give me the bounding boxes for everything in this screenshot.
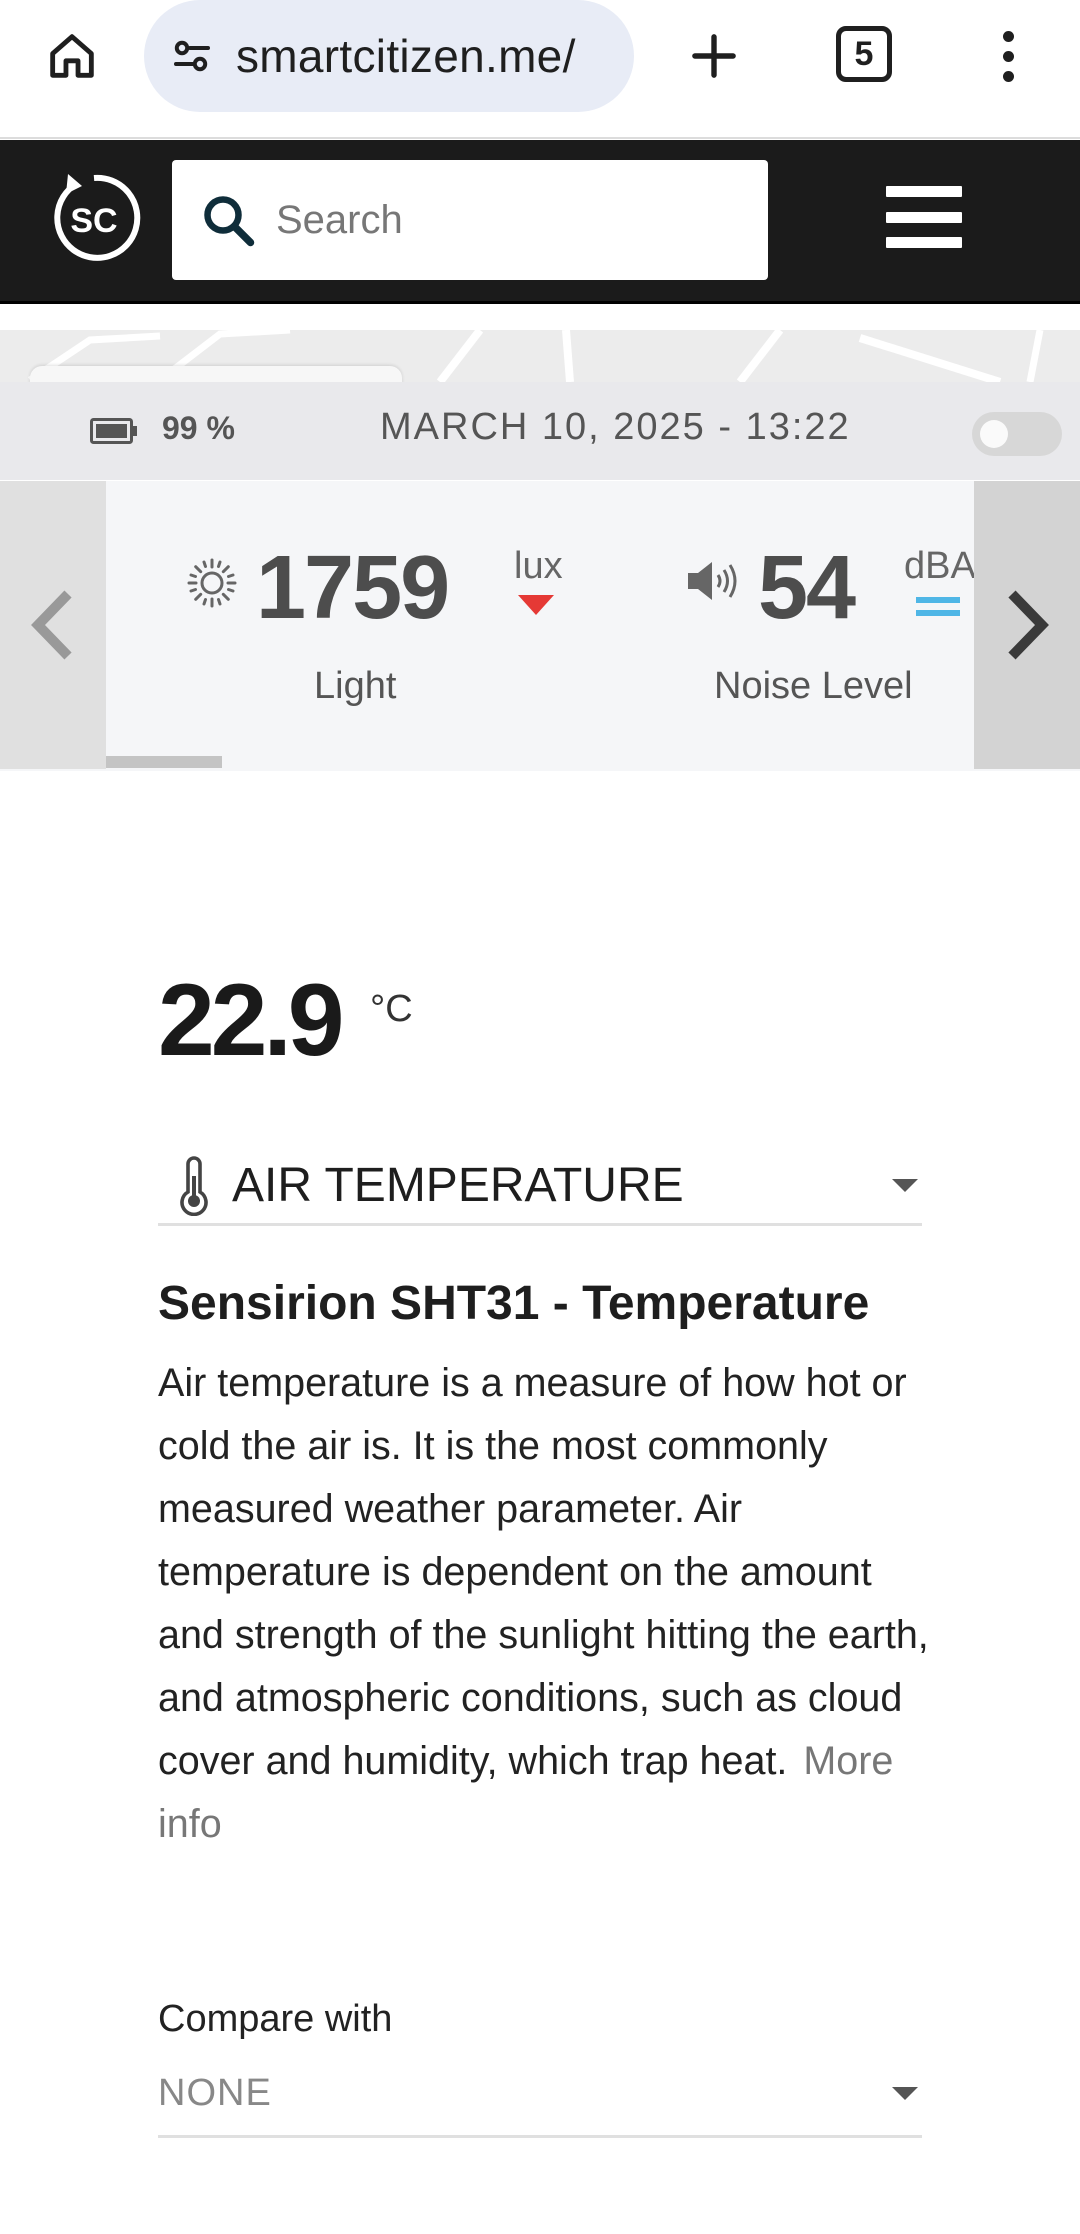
browser-toolbar: smartcitizen.me/ 5 [0, 0, 1080, 139]
dropdown-arrow-icon [892, 1179, 918, 1192]
svg-text:SC: SC [70, 202, 117, 240]
search-bar[interactable] [172, 160, 768, 280]
sensor-unit: lux [514, 545, 563, 587]
more-menu-icon[interactable] [980, 22, 1036, 90]
selected-sensor: AIR TEMPERATURE [232, 1159, 684, 1212]
compare-dropdown[interactable]: NONE [158, 2052, 922, 2138]
home-icon[interactable] [38, 22, 106, 90]
sensor-label: Noise Level [714, 665, 913, 707]
battery-icon [90, 418, 137, 444]
sensor-description: Air temperature is a measure of how hot … [158, 1352, 938, 1856]
tab-switcher-button[interactable]: 5 [836, 26, 892, 82]
sensor-value: 1759 [256, 538, 450, 638]
sensor-dropdown[interactable]: AIR TEMPERATURE [158, 1148, 922, 1226]
chevron-left-icon [31, 590, 72, 660]
compare-value: NONE [158, 2072, 272, 2114]
map-panel-tab [30, 366, 402, 382]
sensor-unit: dBA [904, 545, 976, 587]
last-update-datetime: MARCH 10, 2025 - 13:22 [380, 406, 851, 448]
toggle-switch[interactable] [972, 412, 1062, 456]
trend-equal-icon [916, 597, 960, 616]
carousel-scroll-indicator [106, 756, 222, 768]
url-text: smartcitizen.me/ [236, 30, 576, 82]
sensor-value: 54 [758, 538, 856, 638]
map-view[interactable] [0, 330, 1080, 382]
compare-label: Compare with [158, 1998, 393, 2040]
carousel-prev-button[interactable] [0, 481, 106, 769]
sensor-label: Light [314, 665, 397, 707]
device-info-bar: 99 % MARCH 10, 2025 - 13:22 [0, 382, 1080, 480]
battery-level: 99 % [162, 410, 235, 446]
smart-citizen-logo[interactable]: SC [46, 170, 142, 266]
sun-icon [187, 558, 237, 608]
chevron-right-icon [1008, 590, 1049, 660]
reading-value: 22.9 [158, 963, 345, 1077]
reading-unit: °C [370, 988, 413, 1030]
new-tab-icon[interactable] [680, 22, 748, 90]
address-bar[interactable]: smartcitizen.me/ [144, 0, 634, 112]
speaker-icon [688, 562, 737, 600]
sensor-reading: 22.9 °C [158, 962, 413, 1079]
trend-down-icon [518, 595, 554, 615]
carousel-next-button[interactable] [974, 481, 1080, 769]
sensor-title: Sensirion SHT31 - Temperature [158, 1277, 870, 1330]
thermometer-icon [180, 1155, 208, 1216]
description-text: Air temperature is a measure of how hot … [158, 1361, 929, 1783]
sensor-carousel: 1759 lux Light 54 dBA Noise Level [0, 481, 1080, 771]
search-icon [204, 196, 255, 247]
dropdown-arrow-icon [892, 2087, 918, 2100]
search-input[interactable] [276, 197, 746, 243]
site-settings-icon[interactable] [164, 28, 220, 84]
menu-icon[interactable] [886, 186, 962, 248]
app-header: SC [0, 140, 1080, 304]
